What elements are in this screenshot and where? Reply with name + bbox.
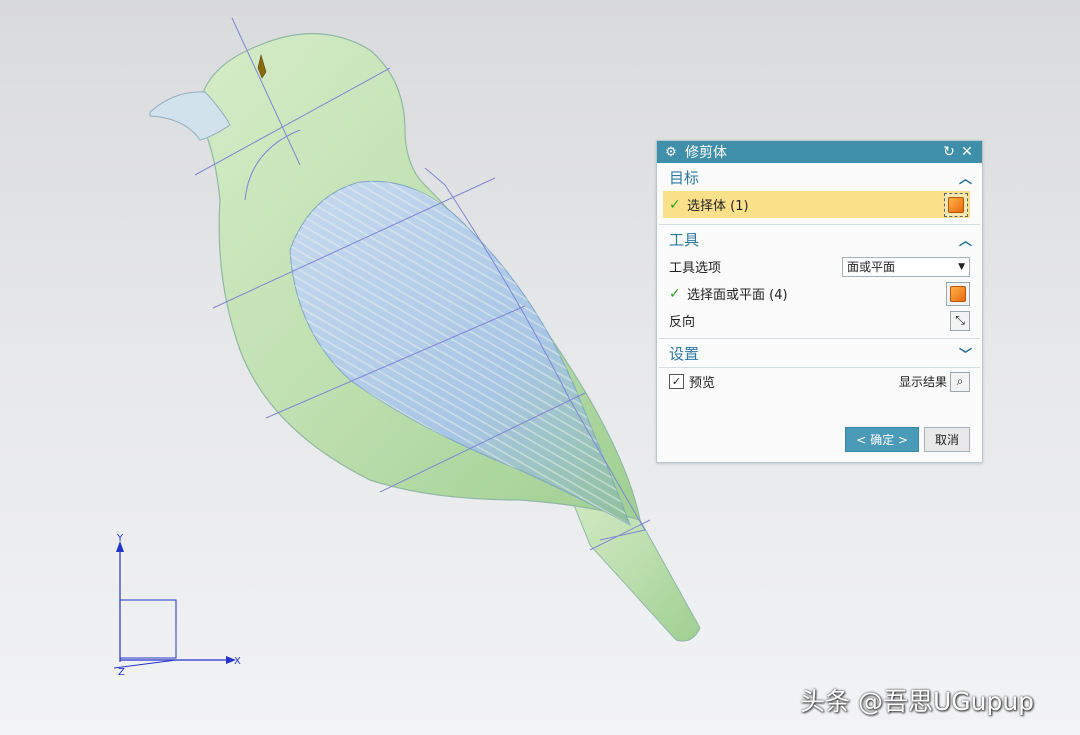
preview-label: 预览: [689, 376, 716, 391]
bird-model[interactable]: [149, 17, 701, 642]
section-target-header[interactable]: 目标 ︿: [657, 163, 982, 191]
coordinate-triad: Y X Z: [113, 533, 241, 678]
section-target-title: 目标: [669, 168, 700, 187]
show-result-label: 显示结果: [898, 375, 947, 389]
select-face-button[interactable]: [946, 281, 970, 306]
dialog-titlebar: ⚙ 修剪体 ↻ ✕: [657, 141, 982, 163]
section-tool-header[interactable]: 工具 ︿: [657, 225, 982, 253]
solid-body-icon: [948, 196, 964, 213]
face-plane-icon: [950, 285, 966, 302]
section-settings-title: 设置: [669, 344, 700, 363]
reverse-row: 反向 ⤡: [657, 307, 982, 334]
dialog-footer: < 确定 > 取消: [845, 427, 970, 452]
x-axis-label: X: [234, 656, 241, 667]
tool-option-row: 工具选项 面或平面 ▼: [657, 253, 982, 280]
select-body-label: 选择体 (1): [687, 199, 749, 214]
close-icon[interactable]: ✕: [958, 144, 976, 160]
dialog-title: 修剪体: [685, 145, 727, 161]
reset-icon[interactable]: ↻: [940, 144, 958, 160]
tool-option-select[interactable]: 面或平面 ▼: [842, 256, 970, 277]
checkmark-icon: ✓: [669, 196, 681, 213]
z-axis-label: Z: [118, 667, 125, 678]
checkmark-icon: ✓: [669, 285, 681, 302]
tool-option-label: 工具选项: [669, 261, 722, 276]
magnifier-icon[interactable]: ⌕: [950, 371, 970, 392]
reverse-label: 反向: [669, 315, 696, 330]
preview-checkbox[interactable]: ✓: [669, 374, 684, 389]
section-tool-title: 工具: [669, 230, 700, 249]
dropdown-arrow-icon: ▼: [958, 261, 965, 272]
trim-body-dialog: ⚙ 修剪体 ↻ ✕ 目标 ︿ ✓ 选择体 (1) 工具 ︿ 工具选项 面或平面 …: [656, 140, 983, 463]
select-body-button[interactable]: [944, 192, 968, 217]
select-body-row[interactable]: ✓ 选择体 (1): [663, 191, 970, 218]
y-axis-label: Y: [116, 533, 124, 544]
gear-icon[interactable]: ⚙: [663, 145, 679, 160]
watermark-text: 头条 @吾思UGupup: [800, 687, 1035, 716]
ok-button[interactable]: < 确定 >: [845, 427, 919, 452]
chevron-up-icon[interactable]: ︿: [959, 168, 972, 187]
select-face-row[interactable]: ✓ 选择面或平面 (4): [657, 280, 982, 307]
preview-row: ✓ 预览 显示结果 ⌕: [657, 368, 982, 395]
cancel-button[interactable]: 取消: [923, 427, 970, 452]
chevron-down-icon[interactable]: ﹀: [959, 344, 972, 363]
chevron-up-icon[interactable]: ︿: [959, 230, 972, 249]
reverse-direction-button[interactable]: ⤡: [950, 310, 970, 331]
select-face-label: 选择面或平面 (4): [687, 288, 788, 303]
tool-option-value: 面或平面: [847, 260, 896, 274]
section-settings-header[interactable]: 设置 ﹀: [657, 339, 982, 367]
